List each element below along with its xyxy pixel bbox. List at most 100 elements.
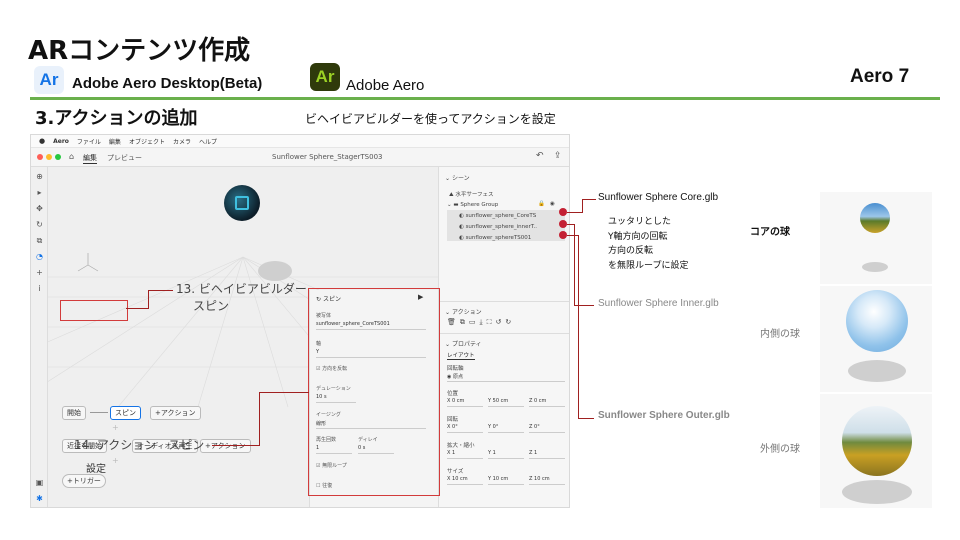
scene-item-surface[interactable]: ⛰ 水平サーフェス: [449, 190, 494, 199]
size-y[interactable]: Y 10 cm: [488, 476, 524, 485]
marker-outer: [559, 231, 567, 239]
add-plus-icon[interactable]: +: [112, 423, 119, 432]
menu-item[interactable]: ヘルプ: [199, 137, 217, 146]
visibility-icon[interactable]: ◉: [550, 201, 555, 207]
connector-core: [582, 199, 596, 200]
callout-line: [148, 290, 173, 291]
scene-item-group[interactable]: ⌄ ▬ Sphere Group: [447, 202, 498, 208]
size-z[interactable]: Z 10 cm: [529, 476, 565, 485]
right-panel: ⌄ シーン ⛰ 水平サーフェス ⌄ ▬ Sphere Group ◐ sunfl…: [438, 167, 569, 507]
callout-line: [148, 290, 149, 309]
callout-behavior-builder-sub: スピン: [193, 299, 230, 313]
apple-icon[interactable]: ●: [39, 137, 45, 145]
window-titlebar: ⌂ 編集 プレビュー Sunflower Sphere_StagerTS003 …: [31, 148, 569, 167]
menu-item[interactable]: Aero: [53, 138, 69, 145]
zoom-window-button[interactable]: [55, 154, 61, 160]
behavior-panel-icon[interactable]: ▣: [34, 477, 45, 488]
properties-header-label: プロパティ: [451, 341, 482, 348]
scene-item-label: sunflower_sphere_CoreTS: [465, 213, 537, 219]
position-z[interactable]: Z 0 cm: [529, 398, 565, 407]
outer-sphere-preview: [820, 394, 932, 508]
lock-icon[interactable]: 🔒: [538, 201, 545, 207]
connector-line: [90, 412, 108, 413]
action-toolbar-icons[interactable]: 🗑⧉▭⤓⛶↺↻: [447, 318, 515, 327]
share-icon[interactable]: ⇪: [554, 151, 562, 161]
inner-file-label: Sunflower Sphere Inner.glb: [598, 298, 719, 309]
scene-item-outer[interactable]: ◐ sunflower_sphereTS001: [459, 235, 531, 241]
size-x[interactable]: X 10 cm: [447, 476, 483, 485]
scene-item-label: 水平サーフェス: [455, 192, 494, 198]
core-note-4: を無限ループに設定: [608, 261, 689, 271]
logo-text: Ar: [39, 70, 59, 89]
scene-item-core[interactable]: ◐ sunflower_sphere_CoreTS: [459, 213, 536, 219]
scene-item-label: sunflower_sphereTS001: [465, 235, 532, 241]
tab-preview[interactable]: プレビュー: [107, 153, 142, 163]
rotation-y[interactable]: Y 0°: [488, 424, 524, 433]
home-icon[interactable]: ⌂: [69, 152, 74, 161]
scene-item-label: sunflower_sphere_innerT..: [465, 224, 537, 230]
scene-header-label: シーン: [451, 175, 470, 182]
inner-sphere-preview: [820, 286, 932, 392]
tab-edit[interactable]: 編集: [83, 153, 97, 164]
trigger-start[interactable]: 開始: [62, 406, 86, 420]
menu-item[interactable]: 編集: [109, 137, 121, 146]
core-sphere-model[interactable]: [224, 185, 260, 221]
model-shadow: [258, 261, 292, 281]
app-mobile-label: Adobe Aero: [346, 77, 425, 94]
position-label: 位置: [447, 391, 459, 397]
model-marker: [235, 196, 249, 210]
position-x[interactable]: X 0 cm: [447, 398, 483, 407]
size-label: サイズ: [447, 469, 464, 475]
outer-sphere-shadow: [842, 480, 912, 504]
slide: ARコンテンツ作成 Ar Adobe Aero Desktop(Beta) Ar…: [0, 0, 960, 540]
connector-outer: [578, 418, 594, 419]
panel-divider: [439, 301, 569, 302]
scale-x[interactable]: X 1: [447, 450, 483, 459]
orbit-tool-icon[interactable]: ◔: [34, 251, 45, 262]
add-trigger-button[interactable]: +トリガー: [62, 474, 106, 488]
outer-sphere-image: [842, 406, 912, 476]
scene-item-label: Sphere Group: [460, 202, 499, 208]
behavior-builder-icon[interactable]: ✱: [34, 493, 45, 504]
core-sphere-image: [860, 203, 890, 233]
add-content-icon[interactable]: ⊕: [34, 171, 45, 182]
move-tool-icon[interactable]: ✥: [34, 203, 45, 214]
mac-menu-bar: ● Aero ファイル 編集 オブジェクト カメラ ヘルプ: [31, 135, 569, 148]
inner-sphere-label: 内側の球: [760, 329, 800, 340]
position-y[interactable]: Y 50 cm: [488, 398, 524, 407]
connector-outer: [578, 235, 579, 418]
tab-layout[interactable]: レイアウト: [447, 351, 475, 360]
select-tool-icon[interactable]: ▸: [34, 187, 45, 198]
connector-core: [582, 199, 583, 213]
menu-item[interactable]: カメラ: [173, 137, 191, 146]
menu-item[interactable]: ファイル: [77, 137, 101, 146]
add-plus-icon[interactable]: +: [112, 456, 119, 465]
scale-tool-icon[interactable]: ⧉: [34, 235, 45, 246]
properties-header: ⌄ プロパティ: [445, 341, 482, 348]
scale-y[interactable]: Y 1: [488, 450, 524, 459]
marker-inner: [559, 220, 567, 228]
pivot-select[interactable]: ◉ 原点: [447, 373, 565, 382]
undo-icon[interactable]: ↶: [536, 151, 544, 161]
add-action-button-2[interactable]: +アクション: [200, 439, 251, 453]
action-spin[interactable]: スピン: [110, 406, 141, 420]
scale-label: 拡大・縮小: [447, 443, 475, 449]
logo-text: Ar: [315, 67, 335, 86]
aero-desktop-logo: Ar: [34, 66, 64, 94]
scale-z[interactable]: Z 1: [529, 450, 565, 459]
rotate-tool-icon[interactable]: ↻: [34, 219, 45, 230]
pivot-label: 回転軸: [447, 366, 464, 372]
zoom-tool-icon[interactable]: +: [34, 267, 45, 278]
info-icon[interactable]: ⅰ: [34, 283, 45, 294]
close-window-button[interactable]: [37, 154, 43, 160]
core-sphere-label: コアの球: [750, 227, 790, 238]
callout-line: [259, 392, 260, 446]
connector-outer: [567, 235, 578, 236]
rotation-x[interactable]: X 0°: [447, 424, 483, 433]
rotation-z[interactable]: Z 0°: [529, 424, 565, 433]
scene-item-inner[interactable]: ◐ sunflower_sphere_innerT..: [459, 224, 537, 230]
inner-sphere-image: [846, 290, 908, 352]
menu-item[interactable]: オブジェクト: [129, 137, 165, 146]
minimize-window-button[interactable]: [46, 154, 52, 160]
add-action-button[interactable]: +アクション: [150, 406, 201, 420]
